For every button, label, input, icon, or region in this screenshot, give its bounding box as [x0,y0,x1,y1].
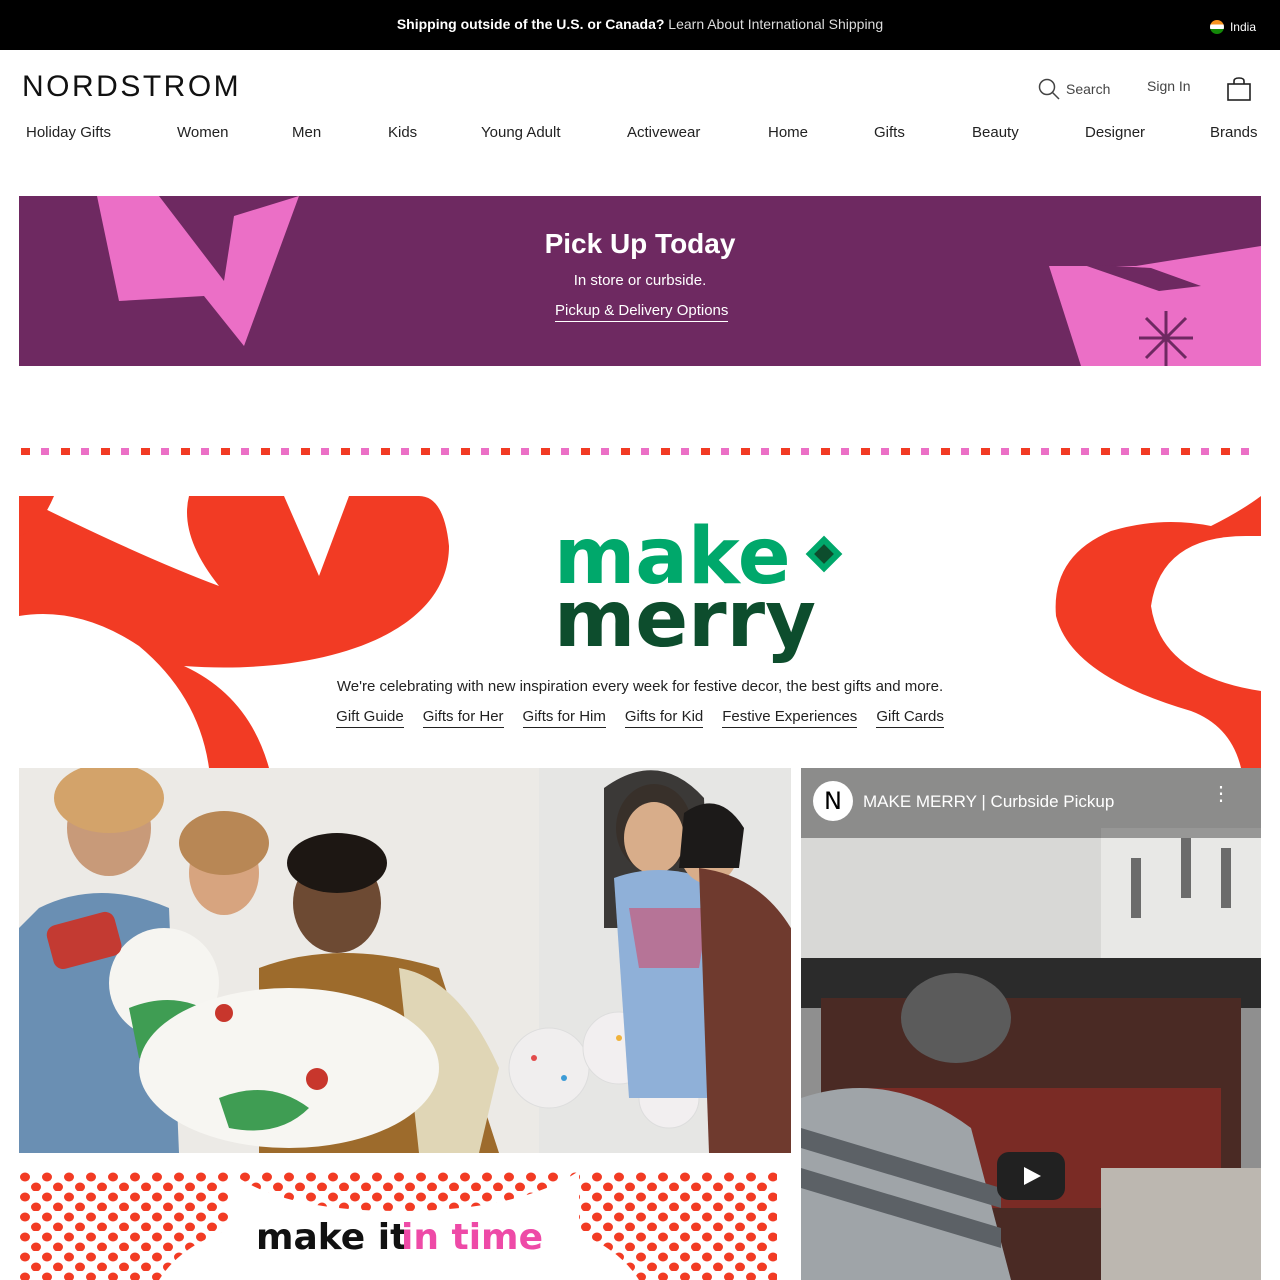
make-merry-logo-line2: merry [554,575,816,665]
shipping-message-text: Shipping outside of the U.S. or Canada? [396,16,665,32]
video-thumbnail [801,768,1261,1280]
video-title[interactable]: MAKE MERRY | Curbside Pickup [863,792,1114,812]
international-shipping-link[interactable]: Learn About International Shipping [668,16,883,32]
gifts-for-kid-link[interactable]: Gifts for Kid [624,708,704,728]
nav-item-women[interactable]: Women [177,124,228,141]
shopping-bag-icon [1227,77,1251,101]
nav-item-brands[interactable]: Brands [1210,124,1258,141]
gift-cards-link[interactable]: Gift Cards [876,708,944,728]
make-it-in-time-graphic: make it in time [19,1171,777,1280]
sign-in-link[interactable]: Sign In [1147,78,1191,94]
pickup-title: Pick Up Today [544,228,736,259]
main-navigation: Holiday Gifts Women Men Kids Young Adult… [0,124,1280,148]
gifts-for-him-link[interactable]: Gifts for Him [522,708,606,728]
top-shipping-bar: Shipping outside of the U.S. or Canada? … [0,0,1280,50]
nav-item-home[interactable]: Home [768,124,808,141]
in-time-text: in time [401,1217,543,1258]
holiday-photo-illustration [19,768,791,1153]
pickup-banner: Pick Up Today In store or curbside. Pick… [19,196,1261,366]
nav-item-gifts[interactable]: Gifts [874,124,905,141]
play-button-icon[interactable] [997,1152,1065,1200]
pickup-subtitle: In store or curbside. [573,272,707,289]
shipping-message: Shipping outside of the U.S. or Canada? … [0,16,1280,32]
gift-guide-link[interactable]: Gift Guide [336,708,404,728]
country-selector[interactable]: India [1209,20,1256,34]
youtube-video-player[interactable]: N MAKE MERRY | Curbside Pickup ⋮ [801,768,1261,1280]
holiday-family-photo[interactable] [19,768,791,1153]
shopping-bag-button[interactable] [1226,76,1252,102]
india-flag-icon [1209,20,1224,34]
gifts-for-her-link[interactable]: Gifts for Her [422,708,504,728]
nav-item-young-adult[interactable]: Young Adult [481,124,561,141]
make-it-in-time-banner[interactable]: make it in time [19,1171,777,1280]
nav-item-activewear[interactable]: Activewear [627,124,700,141]
channel-avatar[interactable]: N [813,781,853,821]
make-merry-logo: make merry [554,512,843,665]
search-button[interactable]: Search [1038,78,1110,100]
nav-item-beauty[interactable]: Beauty [972,124,1019,141]
nav-item-kids[interactable]: Kids [388,124,417,141]
pickup-delivery-link[interactable]: Pickup & Delivery Options [555,302,729,322]
make-merry-section: make merry We're celebrating with new in… [19,496,1261,768]
festive-dashed-divider [19,447,1261,457]
make-merry-links: Gift Guide Gifts for Her Gifts for Him G… [19,708,1261,728]
festive-experiences-link[interactable]: Festive Experiences [722,708,858,728]
sign-in-label: Sign In [1147,78,1191,94]
more-options-icon[interactable]: ⋮ [1211,784,1231,804]
make-it-text: make it [256,1217,407,1258]
search-icon [1038,78,1060,100]
search-label: Search [1066,81,1111,97]
nav-item-holiday-gifts[interactable]: Holiday Gifts [26,124,111,141]
country-label: India [1229,20,1256,34]
nordstrom-logo[interactable]: NORDSTROM [22,70,241,104]
nav-item-men[interactable]: Men [292,124,321,141]
make-merry-description: We're celebrating with new inspiration e… [336,678,944,695]
nav-item-designer[interactable]: Designer [1085,124,1145,141]
